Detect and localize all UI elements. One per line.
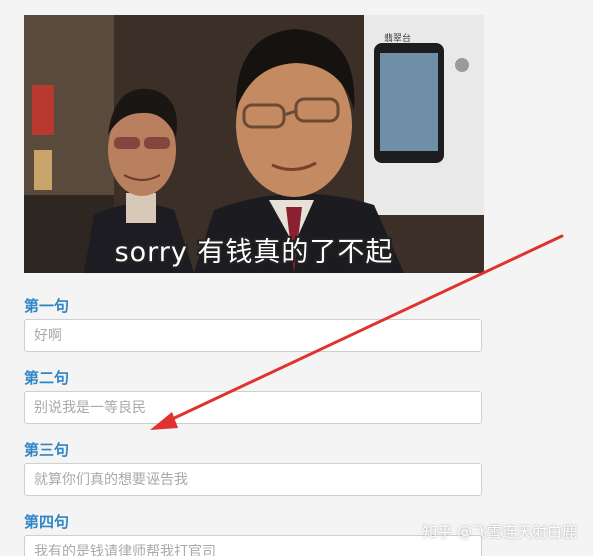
sentence-4-input[interactable] — [24, 535, 482, 556]
field-label-1: 第一句 — [24, 297, 70, 315]
sentence-2-input[interactable] — [24, 391, 482, 424]
field-label-3: 第三句 — [24, 441, 70, 459]
field-label-4: 第四句 — [24, 513, 70, 531]
watermark: 知乎 @飞雪连天射白鹿 — [422, 523, 577, 541]
tv-logo: 翡翠台 — [384, 32, 411, 44]
meme-image: 翡翠台 sorry 有钱真的了不起 — [24, 15, 484, 273]
page: 翡翠台 sorry 有钱真的了不起 第一句 第二句 第三句 — [0, 0, 593, 556]
field-label-2: 第二句 — [24, 369, 70, 387]
sentence-1-input[interactable] — [24, 319, 482, 352]
sentence-3-input[interactable] — [24, 463, 482, 496]
meme-caption: sorry 有钱真的了不起 — [114, 237, 394, 268]
